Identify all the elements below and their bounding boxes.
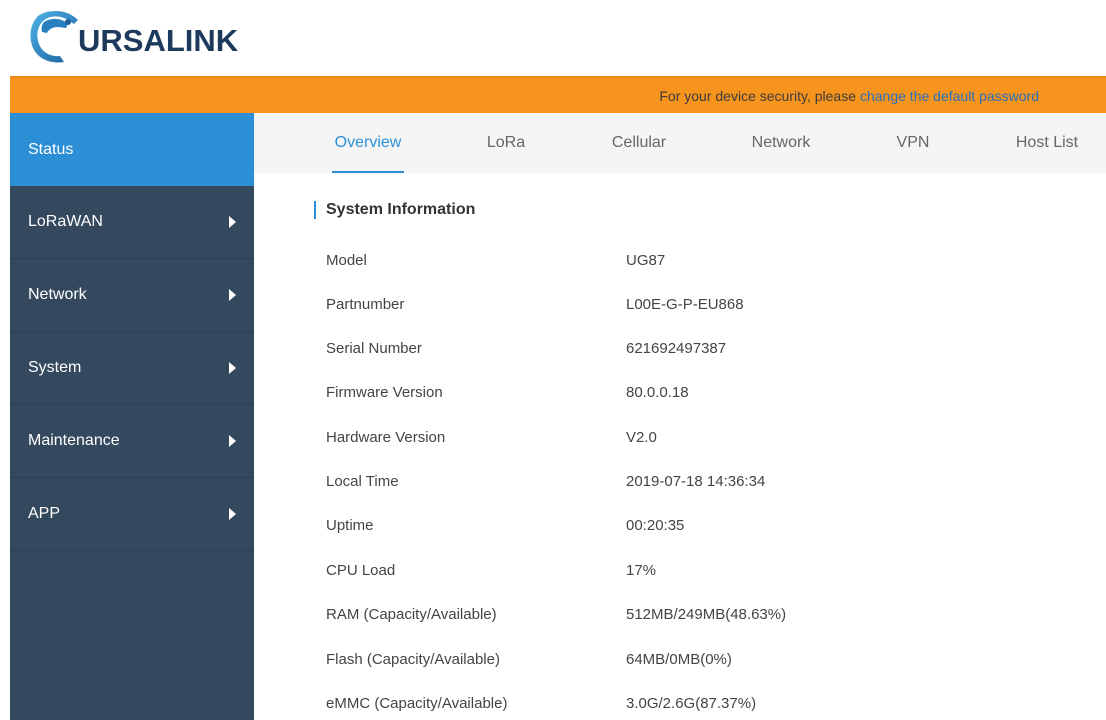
sidebar-item-label: System (28, 359, 82, 376)
sidebar-item-app[interactable]: APP (10, 478, 254, 551)
tab-host-list[interactable]: Host List (1013, 113, 1081, 173)
info-value: 621692497387 (626, 340, 727, 357)
notice-text: For your device security, please (659, 87, 856, 104)
logo[interactable]: URSALINK (24, 8, 238, 68)
tab-bar: Overview LoRa Cellular Network VPN Host … (254, 113, 1106, 173)
section-title: System Information (314, 201, 475, 219)
sidebar-item-status[interactable]: Status (10, 113, 254, 186)
info-value: 00:20:35 (626, 517, 685, 534)
sidebar-item-lorawan[interactable]: LoRaWAN (10, 186, 254, 259)
info-value: UG87 (626, 252, 666, 269)
brand-name: URSALINK (78, 23, 239, 58)
tab-vpn[interactable]: VPN (895, 113, 931, 173)
info-label: Local Time (326, 473, 399, 490)
info-label: RAM (Capacity/Available) (326, 606, 497, 623)
caret-right-icon (229, 216, 236, 228)
tab-network[interactable]: Network (749, 113, 813, 173)
info-value: 17% (626, 562, 657, 579)
sidebar-item-maintenance[interactable]: Maintenance (10, 405, 254, 478)
tab-overview[interactable]: Overview (332, 113, 404, 173)
info-label: Firmware Version (326, 384, 443, 401)
caret-right-icon (229, 508, 236, 520)
sidebar-item-label: LoRaWAN (28, 213, 103, 230)
info-label: CPU Load (326, 562, 396, 579)
info-label: Hardware Version (326, 429, 446, 446)
info-value: L00E-G-P-EU868 (626, 296, 744, 313)
sidebar-item-label: APP (28, 505, 61, 522)
info-label: Uptime (326, 517, 374, 534)
security-notice-bar: For your device security, please change … (10, 76, 1106, 113)
tab-lora[interactable]: LoRa (484, 113, 528, 173)
sidebar-item-label: Maintenance (28, 432, 120, 449)
info-value: 64MB/0MB(0%) (626, 651, 732, 668)
main-content: Overview LoRa Cellular Network VPN Host … (254, 113, 1106, 720)
info-value: 80.0.0.18 (626, 384, 689, 401)
bear-logo-icon (30, 11, 78, 63)
caret-right-icon (229, 435, 236, 447)
caret-right-icon (229, 362, 236, 374)
info-label: Flash (Capacity/Available) (326, 651, 500, 668)
caret-right-icon (229, 289, 236, 301)
info-value: 512MB/249MB(48.63%) (626, 606, 787, 623)
info-value: 2019-07-18 14:36:34 (626, 473, 766, 490)
info-label: eMMC (Capacity/Available) (326, 695, 508, 712)
info-value: 3.0G/2.6G(87.37%) (626, 695, 757, 712)
sidebar-item-label: Network (28, 286, 87, 303)
change-password-link[interactable]: change the default password (860, 88, 1039, 104)
header: URSALINK (0, 0, 1106, 76)
sidebar: Status LoRaWAN Network System Maintenanc… (10, 113, 254, 720)
sidebar-item-system[interactable]: System (10, 332, 254, 405)
info-value: V2.0 (626, 429, 657, 446)
tab-cellular[interactable]: Cellular (609, 113, 669, 173)
info-label: Model (326, 252, 367, 269)
info-label: Partnumber (326, 296, 405, 313)
info-label: Serial Number (326, 340, 422, 357)
sidebar-item-label: Status (28, 140, 74, 158)
sidebar-item-network[interactable]: Network (10, 259, 254, 332)
